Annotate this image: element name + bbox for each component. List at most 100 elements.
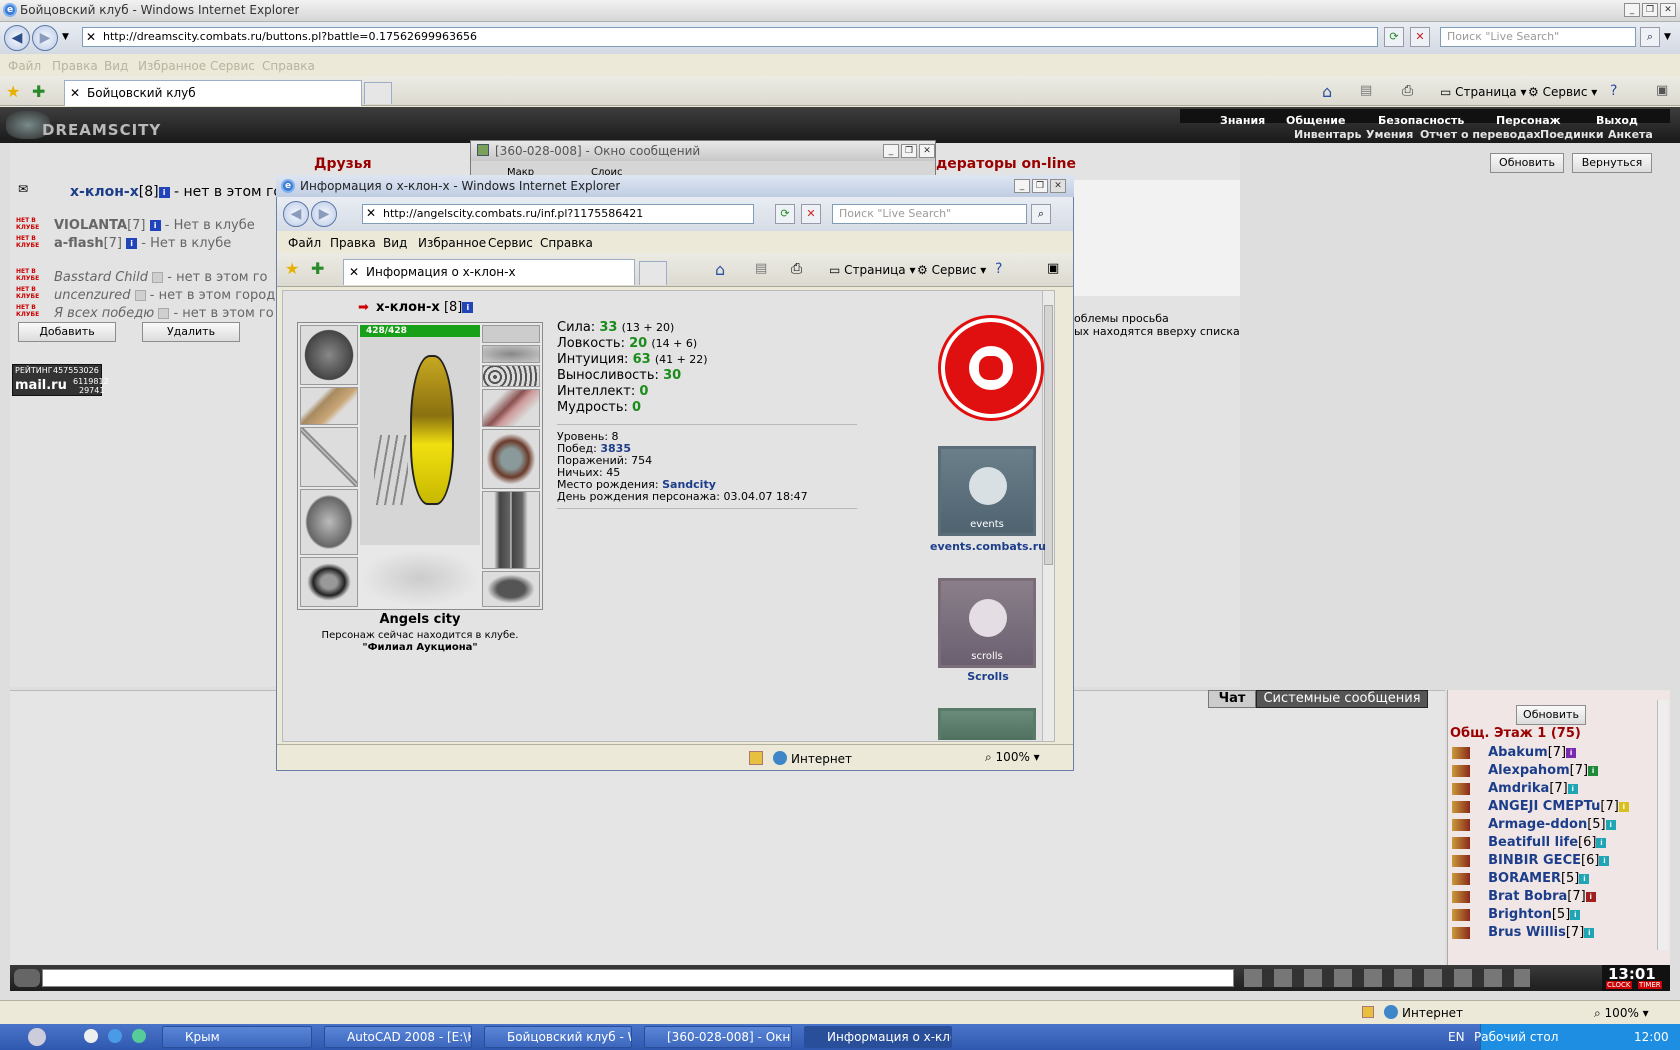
popup-refresh-icon[interactable]: ⟳ xyxy=(775,204,795,224)
weapon-slot[interactable] xyxy=(300,427,358,487)
info-icon[interactable] xyxy=(152,272,164,283)
page-menu[interactable]: ▭ Страница ▾ xyxy=(1440,85,1527,99)
research-icon[interactable]: ▣ xyxy=(1656,83,1668,98)
menu-help[interactable]: Справка xyxy=(262,59,315,73)
info-icon[interactable]: i xyxy=(149,220,161,231)
popup-close-button[interactable]: ✕ xyxy=(1050,179,1066,193)
tools-menu[interactable]: ⚙ Сервис ▾ xyxy=(1528,85,1597,99)
history-dropdown-icon[interactable]: ▼ xyxy=(62,32,69,42)
stop-icon[interactable]: ✕ xyxy=(1410,27,1430,47)
taskbar-item[interactable]: [360-028-008] - Окно... xyxy=(644,1026,792,1048)
search-input[interactable]: Поиск "Live Search" xyxy=(1440,27,1636,47)
refresh-icon[interactable]: ⟳ xyxy=(1384,27,1404,47)
online-user-name[interactable]: BINBIR GECE xyxy=(1488,853,1581,868)
popup-search-input[interactable]: Поиск "Live Search" xyxy=(832,204,1027,224)
boots-slot[interactable] xyxy=(482,571,540,607)
back-button[interactable]: ◀ xyxy=(4,25,30,51)
popup-menu-view[interactable]: Вид xyxy=(383,236,407,250)
taskbar-item-active[interactable]: Информация о x-кло... xyxy=(804,1026,952,1048)
favorites-star-icon[interactable]: ★ xyxy=(6,82,20,101)
popup-add-favorite-icon[interactable]: ✚ xyxy=(311,259,324,278)
menu-knowledge[interactable]: Знания xyxy=(1220,114,1265,127)
start-icon[interactable] xyxy=(28,1028,46,1046)
armor-slot[interactable] xyxy=(300,489,358,555)
info-icon[interactable]: i xyxy=(1596,837,1607,848)
online-user-name[interactable]: Amdrika xyxy=(1488,781,1549,796)
tab-system-messages[interactable]: Системные сообщения xyxy=(1256,690,1428,708)
popup-tools-menu[interactable]: ⚙ Сервис ▾ xyxy=(917,263,986,277)
popup-zoom-level[interactable]: ⌕ 100% ▾ xyxy=(985,750,1040,765)
info-icon[interactable] xyxy=(134,290,146,301)
mail-rating-counter[interactable]: РЕЙТИНГ 457553026 mail.ru 6119812 29741 xyxy=(12,364,109,396)
popup-back-button[interactable]: ◀ xyxy=(283,201,309,227)
minimize-button[interactable]: _ xyxy=(1624,3,1640,17)
quicklaunch-ie-icon[interactable] xyxy=(108,1029,122,1043)
rings-slot[interactable] xyxy=(482,365,540,387)
add-friend-button[interactable]: Добавить xyxy=(18,322,116,342)
online-user-name[interactable]: ANGEJI CMEPTu xyxy=(1488,799,1600,814)
info-icon[interactable]: i xyxy=(462,302,474,313)
online-user-name[interactable]: Armage-ddon xyxy=(1488,817,1587,832)
clan-emblem[interactable] xyxy=(941,318,1041,418)
taskbar-item[interactable]: Бойцовский клуб - Wi... xyxy=(484,1026,632,1048)
chat-settings-icon[interactable] xyxy=(14,969,40,987)
online-scrollbar[interactable] xyxy=(1657,700,1668,950)
popup-menu-help[interactable]: Справка xyxy=(540,236,593,250)
earrings-slot[interactable] xyxy=(482,345,540,363)
online-user-name[interactable]: Brus Willis xyxy=(1488,925,1566,940)
gloves-slot[interactable] xyxy=(482,389,540,427)
popup-forward-button[interactable]: ▶ xyxy=(311,201,337,227)
popup-menu-file[interactable]: Файл xyxy=(288,236,321,250)
info-icon[interactable]: i xyxy=(1570,909,1581,920)
menu-inventory[interactable]: Инвентарь xyxy=(1294,128,1361,141)
third-banner[interactable] xyxy=(938,708,1036,740)
online-user-name[interactable]: Brighton xyxy=(1488,907,1552,922)
help-icon[interactable]: ? xyxy=(1610,83,1617,99)
print-icon[interactable]: ⎙ xyxy=(1402,83,1413,99)
menu-view[interactable]: Вид xyxy=(104,59,128,73)
quicklaunch-icon[interactable] xyxy=(132,1029,146,1043)
online-user-name[interactable]: Beatifull life xyxy=(1488,835,1578,850)
menu-favorites[interactable]: Избранное xyxy=(138,59,206,73)
scrolls-banner[interactable]: scrolls xyxy=(938,578,1036,668)
popup-research-icon[interactable]: ▣ xyxy=(1047,261,1059,276)
amulet-slot[interactable] xyxy=(482,325,540,343)
popup-minimize-button[interactable]: _ xyxy=(1014,179,1030,193)
menu-transfer-report[interactable]: Отчет о переводах xyxy=(1420,128,1541,141)
info-icon[interactable]: i xyxy=(1588,765,1599,776)
info-icon[interactable]: i xyxy=(126,238,138,249)
message-restore-button[interactable]: ❐ xyxy=(901,144,917,158)
popup-menu-tools[interactable]: Сервис xyxy=(488,236,533,250)
forward-button[interactable]: ▶ xyxy=(32,25,58,51)
popup-menu-favorites[interactable]: Избранное xyxy=(418,236,486,250)
menu-character[interactable]: Персонаж xyxy=(1496,114,1561,127)
info-icon[interactable]: i xyxy=(1566,747,1577,758)
online-user-name[interactable]: BORAMER xyxy=(1488,871,1561,886)
leggings-slot[interactable] xyxy=(482,491,540,569)
info-icon[interactable]: i xyxy=(1618,801,1629,812)
popup-search-icon[interactable]: ⌕ xyxy=(1031,204,1051,224)
remove-friend-button[interactable]: Удалить xyxy=(142,322,240,342)
menu-file[interactable]: Файл xyxy=(8,59,41,73)
popup-restore-button[interactable]: ❐ xyxy=(1032,179,1048,193)
menu-edit[interactable]: Правка xyxy=(52,59,98,73)
search-options-icon[interactable]: ▼ xyxy=(1664,32,1671,42)
message-minimize-button[interactable]: _ xyxy=(883,144,899,158)
events-banner[interactable]: events xyxy=(938,446,1036,536)
bracers-slot[interactable] xyxy=(300,387,358,425)
popup-stop-icon[interactable]: ✕ xyxy=(801,204,821,224)
quicklaunch-icon[interactable] xyxy=(84,1029,98,1043)
popup-print-icon[interactable]: ⎙ xyxy=(791,261,802,277)
info-icon[interactable]: i xyxy=(158,186,170,198)
menu-tools[interactable]: Сервис xyxy=(210,59,255,73)
menu-skills[interactable]: Умения xyxy=(1366,128,1413,141)
popup-menu-edit[interactable]: Правка xyxy=(330,236,376,250)
info-icon[interactable]: i xyxy=(1585,891,1596,902)
menu-profile[interactable]: Анкета xyxy=(1608,128,1653,141)
chat-message-input[interactable] xyxy=(42,969,1234,987)
home-icon[interactable]: ⌂ xyxy=(1322,82,1332,101)
info-icon[interactable]: i xyxy=(1567,783,1578,794)
popup-address-bar[interactable]: http://angelscity.combats.ru/inf.pl?1175… xyxy=(362,204,754,224)
popup-home-icon[interactable]: ⌂ xyxy=(715,260,725,279)
shield-slot[interactable] xyxy=(482,429,540,489)
